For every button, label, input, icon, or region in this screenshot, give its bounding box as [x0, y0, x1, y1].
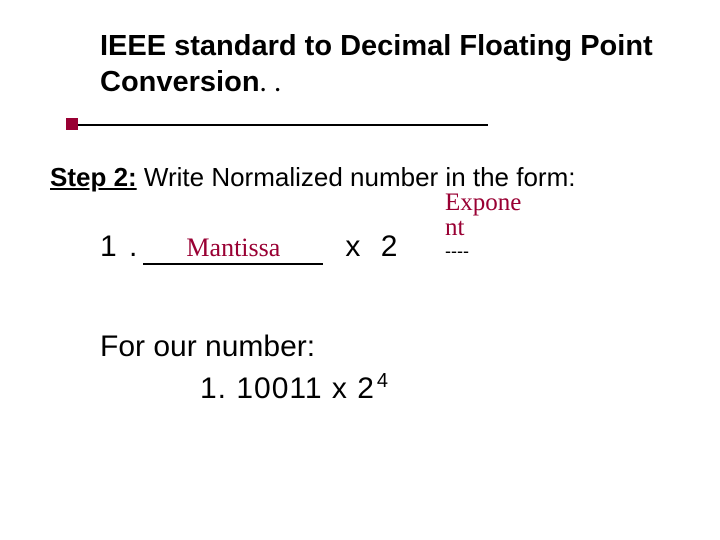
title-main: IEEE standard to Decimal Floating Point …: [100, 30, 653, 98]
times-base: x 2: [345, 230, 403, 264]
example-intro: For our number:: [100, 330, 315, 364]
title-underline: [70, 124, 488, 126]
step-label: Step 2:: [50, 162, 137, 192]
slide: IEEE standard to Decimal Floating Point …: [0, 0, 720, 540]
exponent-placeholder-dashes: ----: [445, 241, 469, 262]
step-text: Write Normalized number in the form:: [137, 162, 576, 192]
exponent-label-line1: Expone: [445, 190, 565, 215]
mantissa-blank: Mantissa: [143, 235, 323, 265]
slide-title: IEEE standard to Decimal Floating Point …: [100, 28, 660, 101]
example-exponent: 4: [377, 370, 389, 392]
title-trail: . .: [260, 66, 282, 98]
title-bullet-icon: [66, 118, 78, 130]
leading-one: 1 .: [100, 230, 139, 264]
example-mantissa: 1. 10011 x 2: [200, 372, 375, 405]
exponent-label-line2: nt: [445, 215, 565, 240]
example-value: 1. 10011 x 24: [200, 370, 389, 406]
normalized-form-template: 1 . Mantissa x 2: [100, 230, 403, 265]
exponent-label: Expone nt: [445, 190, 565, 240]
